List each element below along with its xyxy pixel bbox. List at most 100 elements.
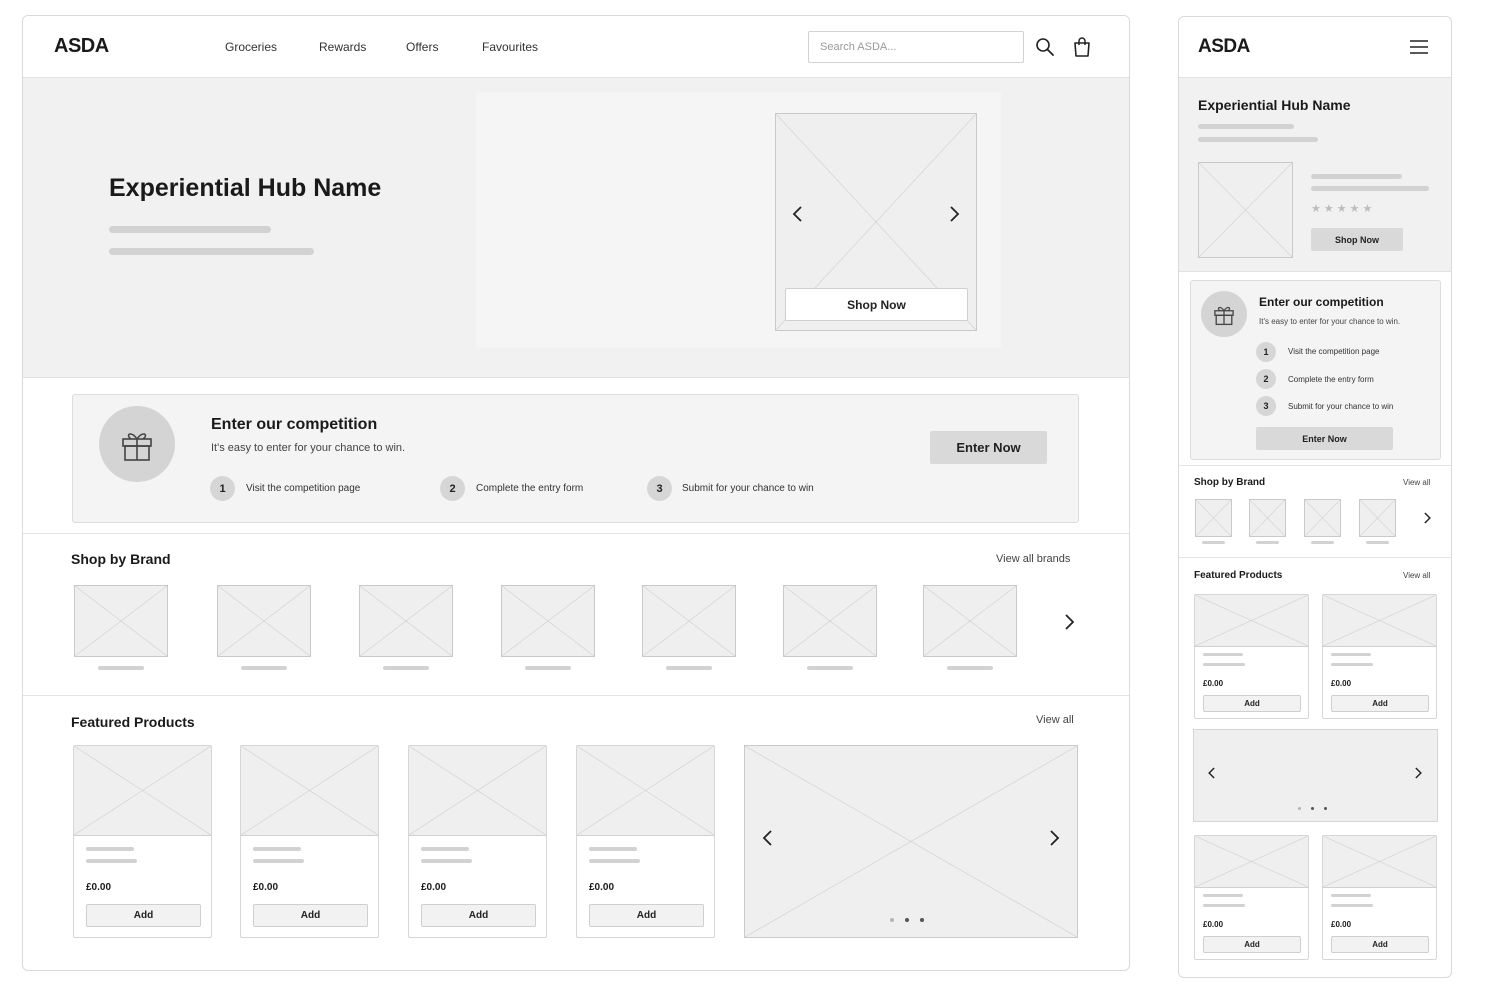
brand-tile[interactable]: [1195, 499, 1232, 537]
text-placeholder-line: [109, 226, 271, 233]
add-to-basket-button[interactable]: Add: [1203, 936, 1301, 953]
mobile-hero-title: Experiential Hub Name: [1198, 97, 1351, 113]
brand-tile[interactable]: [1249, 499, 1286, 537]
chevron-right-icon[interactable]: [1413, 765, 1423, 786]
brand-tile[interactable]: [501, 585, 595, 657]
step-number: 2: [440, 476, 465, 501]
chevron-left-icon[interactable]: [1207, 765, 1217, 786]
brand-tile[interactable]: [217, 585, 311, 657]
text-placeholder-line: [241, 666, 287, 670]
chevron-right-icon[interactable]: [947, 204, 961, 229]
product-price: £0.00: [1331, 920, 1352, 929]
mobile-competition-subtitle: It's easy to enter for your chance to wi…: [1259, 317, 1401, 326]
add-to-basket-button[interactable]: Add: [1203, 695, 1301, 712]
step-label: Submit for your chance to win: [1288, 402, 1394, 411]
mobile-view-all-brands-link[interactable]: View all: [1403, 478, 1430, 487]
brand-tile[interactable]: [783, 585, 877, 657]
text-placeholder-line: [525, 666, 571, 670]
product-price: £0.00: [86, 882, 112, 893]
add-to-basket-button[interactable]: Add: [589, 904, 704, 927]
nav-offers[interactable]: Offers: [406, 40, 438, 54]
gift-icon: [99, 406, 175, 482]
text-placeholder-line: [1311, 174, 1402, 179]
chevron-right-icon[interactable]: [1422, 510, 1432, 531]
shop-by-brand-title: Shop by Brand: [71, 551, 171, 567]
text-placeholder-line: [589, 859, 640, 863]
carousel-dot[interactable]: [905, 918, 909, 922]
mobile-competition-panel: Enter our competition It's easy to enter…: [1190, 280, 1441, 460]
text-placeholder-line: [98, 666, 144, 670]
hamburger-menu-icon[interactable]: [1408, 37, 1430, 57]
brand-tile[interactable]: [1304, 499, 1341, 537]
product-card[interactable]: £0.00 Add: [576, 745, 715, 938]
featured-products-title: Featured Products: [71, 714, 195, 730]
carousel-dot[interactable]: [1324, 807, 1327, 810]
text-placeholder-line: [421, 859, 472, 863]
carousel-dots[interactable]: [1298, 807, 1327, 810]
text-placeholder-line: [253, 859, 304, 863]
brand-tile[interactable]: [923, 585, 1017, 657]
search-icon[interactable]: [1034, 36, 1056, 58]
nav-groceries[interactable]: Groceries: [225, 40, 277, 54]
carousel-dot[interactable]: [1311, 807, 1314, 810]
brand-tile[interactable]: [74, 585, 168, 657]
add-to-basket-button[interactable]: Add: [253, 904, 368, 927]
search-input[interactable]: [808, 31, 1024, 63]
section-divider: [23, 695, 1129, 696]
chevron-right-icon[interactable]: [1047, 828, 1061, 853]
star-icon: ★: [1323, 203, 1334, 215]
product-card[interactable]: £0.00 Add: [240, 745, 379, 938]
step-label: Complete the entry form: [476, 483, 584, 494]
brand-tile[interactable]: [1359, 499, 1396, 537]
carousel-dot[interactable]: [920, 918, 924, 922]
product-price: £0.00: [589, 882, 615, 893]
step-number: 2: [1256, 369, 1276, 389]
text-placeholder-line: [1203, 653, 1243, 656]
shopping-bag-icon[interactable]: [1070, 35, 1094, 59]
text-placeholder-line: [421, 847, 469, 851]
section-divider: [23, 533, 1129, 534]
step-number: 3: [647, 476, 672, 501]
competition-subtitle: It's easy to enter for your chance to wi…: [211, 442, 406, 454]
carousel-dots[interactable]: [890, 918, 924, 922]
asda-logo[interactable]: ASDA: [1198, 36, 1250, 58]
view-all-brands-link[interactable]: View all brands: [996, 553, 1070, 565]
add-to-basket-button[interactable]: Add: [421, 904, 536, 927]
chevron-right-icon[interactable]: [1062, 612, 1076, 637]
nav-rewards[interactable]: Rewards: [319, 40, 366, 54]
text-placeholder-line: [1331, 653, 1371, 656]
hero-shop-now-button[interactable]: Shop Now: [785, 288, 968, 321]
text-placeholder-line: [109, 248, 314, 255]
add-to-basket-button[interactable]: Add: [86, 904, 201, 927]
add-to-basket-button[interactable]: Add: [1331, 695, 1429, 712]
chevron-left-icon[interactable]: [791, 204, 805, 229]
product-price: £0.00: [421, 882, 447, 893]
brand-tile[interactable]: [359, 585, 453, 657]
mobile-shop-now-button[interactable]: Shop Now: [1311, 228, 1403, 251]
enter-now-button[interactable]: Enter Now: [930, 431, 1047, 464]
asda-logo[interactable]: ASDA: [54, 35, 109, 58]
text-placeholder-line: [86, 859, 137, 863]
mobile-enter-now-button[interactable]: Enter Now: [1256, 427, 1393, 450]
product-card[interactable]: £0.00 Add: [1194, 594, 1309, 719]
brand-tile[interactable]: [642, 585, 736, 657]
view-all-products-link[interactable]: View all: [1036, 714, 1074, 726]
product-price: £0.00: [253, 882, 279, 893]
star-icon: ★: [1349, 203, 1360, 215]
product-card[interactable]: £0.00 Add: [73, 745, 212, 938]
add-to-basket-button[interactable]: Add: [1331, 936, 1429, 953]
product-card[interactable]: £0.00 Add: [1194, 835, 1309, 960]
product-image: [241, 746, 378, 836]
product-card[interactable]: £0.00 Add: [1322, 835, 1437, 960]
nav-favourites[interactable]: Favourites: [482, 40, 538, 54]
mobile-view-all-products-link[interactable]: View all: [1403, 571, 1430, 580]
product-card[interactable]: £0.00 Add: [1322, 594, 1437, 719]
competition-title: Enter our competition: [211, 416, 378, 433]
desktop-wireframe: ASDA Groceries Rewards Offers Favourites…: [22, 15, 1130, 971]
star-icon: ★: [1336, 203, 1347, 215]
carousel-dot[interactable]: [890, 918, 894, 922]
chevron-left-icon[interactable]: [761, 828, 775, 853]
carousel-dot[interactable]: [1298, 807, 1301, 810]
text-placeholder-line: [1256, 541, 1279, 544]
product-card[interactable]: £0.00 Add: [408, 745, 547, 938]
